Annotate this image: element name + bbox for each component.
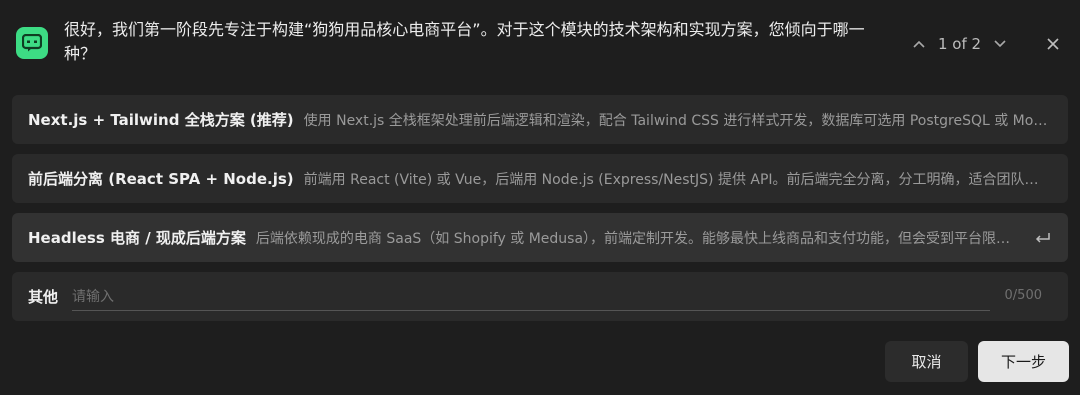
close-icon[interactable]	[1042, 33, 1064, 55]
option-title: 前后端分离 (React SPA + Node.js)	[28, 170, 294, 188]
chevron-down-icon[interactable]	[991, 35, 1009, 53]
option-description: 后端依赖现成的电商 SaaS（如 Shopify 或 Medusa），前端定制开…	[255, 230, 1020, 247]
chat-bubble-icon	[16, 27, 48, 59]
question-header: 很好，我们第一阶段先专注于构建“狗狗用品核心电商平台”。对于这个模块的技术架构和…	[0, 0, 1080, 88]
option-description: 前端用 React (Vite) 或 Vue，后端用 Node.js (Expr…	[303, 171, 1052, 188]
cancel-button[interactable]: 取消	[885, 341, 968, 382]
option-react-spa-node[interactable]: 前后端分离 (React SPA + Node.js) 前端用 React (V…	[12, 154, 1068, 203]
option-title: Next.js + Tailwind 全栈方案 (推荐)	[28, 111, 294, 129]
enter-key-icon	[1034, 229, 1052, 247]
other-input[interactable]	[72, 283, 990, 311]
character-counter: 0/500	[1004, 288, 1042, 303]
other-option-row: 其他 0/500	[12, 272, 1068, 321]
chevron-up-icon[interactable]	[910, 35, 928, 53]
question-text: 很好，我们第一阶段先专注于构建“狗狗用品核心电商平台”。对于这个模块的技术架构和…	[64, 20, 865, 63]
option-description: 使用 Next.js 全栈框架处理前后端逻辑和渲染，配合 Tailwind CS…	[303, 112, 1052, 129]
option-headless-commerce[interactable]: Headless 电商 / 现成后端方案 后端依赖现成的电商 SaaS（如 Sh…	[12, 213, 1068, 262]
next-step-button[interactable]: 下一步	[978, 341, 1069, 382]
option-title: Headless 电商 / 现成后端方案	[28, 229, 246, 247]
question-pager: 1 of 2	[910, 30, 1009, 58]
option-nextjs-tailwind[interactable]: Next.js + Tailwind 全栈方案 (推荐) 使用 Next.js …	[12, 95, 1068, 144]
other-label: 其他	[28, 288, 59, 306]
pager-label: 1 of 2	[938, 35, 982, 53]
